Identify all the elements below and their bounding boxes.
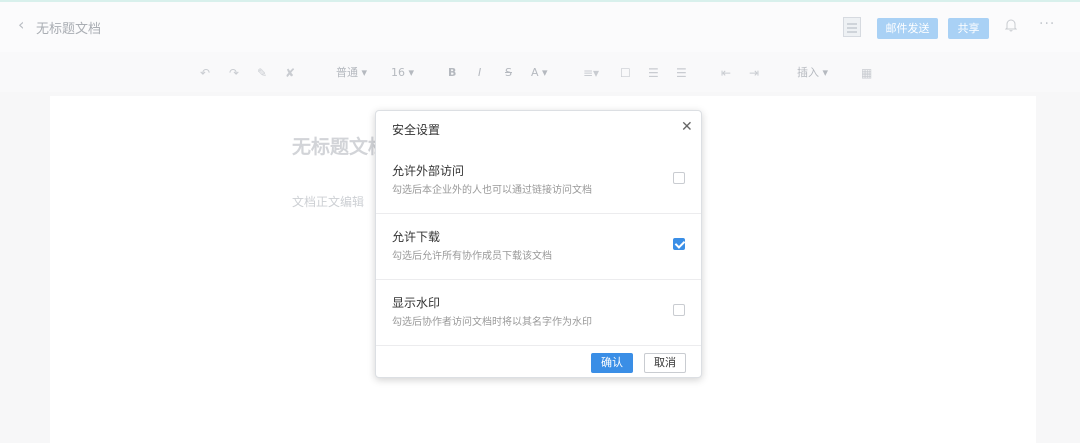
option-external-access: 允许外部访问 勾选后本企业外的人也可以通过链接访问文档 xyxy=(376,148,701,214)
bold-button[interactable]: B xyxy=(448,66,456,80)
bullet-list-icon[interactable]: ☰ xyxy=(648,66,659,80)
document-heading[interactable]: 无标题文档 xyxy=(292,132,387,159)
insert-menu[interactable]: 插入 ▾ xyxy=(797,66,828,80)
option-label: 允许下载 xyxy=(392,230,441,244)
format-painter-icon[interactable]: ✎ xyxy=(257,66,267,80)
document-title[interactable]: 无标题文档 xyxy=(36,18,101,37)
header-bar: ‹ 无标题文档 邮件发送 共享 ··· xyxy=(0,2,1080,52)
option-label: 显示水印 xyxy=(392,296,441,310)
paragraph-style-select[interactable]: 普通 ▾ xyxy=(336,66,367,80)
outdent-icon[interactable]: ⇤ xyxy=(721,66,731,80)
watermark-checkbox[interactable] xyxy=(673,304,685,316)
close-icon[interactable]: ✕ xyxy=(681,120,693,134)
confirm-button[interactable]: 确认 xyxy=(591,353,633,373)
paragraph-style-label: 普通 xyxy=(336,66,358,79)
option-description: 勾选后协作者访问文档时将以其名字作为水印 xyxy=(392,317,592,328)
font-size-label: 16 xyxy=(391,66,405,79)
option-allow-download: 允许下载 勾选后允许所有协作成员下载该文档 xyxy=(376,214,701,280)
strikethrough-button[interactable]: S xyxy=(505,66,512,80)
font-color-label: A xyxy=(531,66,539,79)
bell-icon[interactable] xyxy=(1005,19,1017,32)
font-size-select[interactable]: 16 ▾ xyxy=(391,66,414,80)
undo-icon[interactable]: ↶ xyxy=(200,66,210,80)
font-color-button[interactable]: A ▾ xyxy=(531,66,548,80)
option-label: 允许外部访问 xyxy=(392,164,465,178)
indent-icon[interactable]: ⇥ xyxy=(749,66,759,80)
share-button[interactable]: 共享 xyxy=(948,18,989,39)
numbered-list-icon[interactable]: ☰ xyxy=(676,66,687,80)
mail-send-button[interactable]: 邮件发送 xyxy=(877,18,938,39)
dialog-title: 安全设置 xyxy=(392,123,441,137)
document-body[interactable]: 文档正文编辑 xyxy=(292,193,364,210)
checklist-icon[interactable]: ☐ xyxy=(620,66,631,80)
clear-format-icon[interactable]: ✘ xyxy=(285,66,295,80)
align-icon[interactable]: ≡▾ xyxy=(583,66,599,80)
table-icon[interactable]: ▦ xyxy=(861,66,872,80)
security-settings-dialog: 安全设置 ✕ 允许外部访问 勾选后本企业外的人也可以通过链接访问文档 允许下载 … xyxy=(375,110,702,378)
document-thumbnail-icon[interactable] xyxy=(843,17,861,37)
cancel-button[interactable]: 取消 xyxy=(644,353,686,373)
redo-icon[interactable]: ↷ xyxy=(229,66,239,80)
allow-download-checkbox[interactable] xyxy=(673,238,685,250)
italic-button[interactable]: I xyxy=(478,66,481,80)
option-watermark: 显示水印 勾选后协作者访问文档时将以其名字作为水印 xyxy=(376,280,701,346)
insert-label: 插入 xyxy=(797,66,819,79)
external-access-checkbox[interactable] xyxy=(673,172,685,184)
back-icon[interactable]: ‹ xyxy=(18,17,24,33)
option-description: 勾选后允许所有协作成员下载该文档 xyxy=(392,251,552,262)
more-icon[interactable]: ··· xyxy=(1039,16,1055,32)
option-description: 勾选后本企业外的人也可以通过链接访问文档 xyxy=(392,185,592,196)
